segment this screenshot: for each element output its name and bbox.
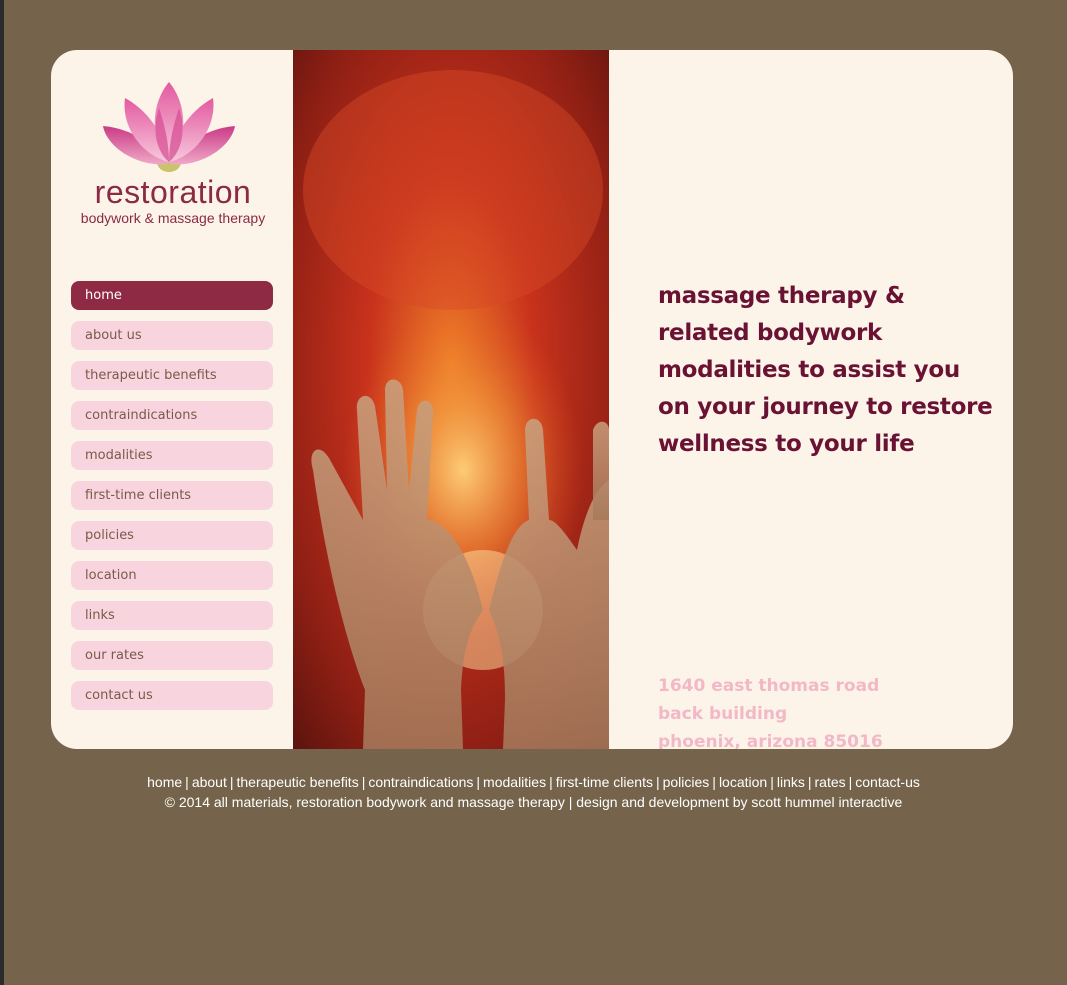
nav-item-contact-us[interactable]: contact us bbox=[71, 681, 273, 710]
main-nav: home about us therapeutic benefits contr… bbox=[71, 281, 273, 721]
tagline-line: modalities to assist you bbox=[658, 357, 960, 383]
address-line: back building bbox=[658, 704, 788, 724]
footer-separator: | bbox=[655, 774, 660, 790]
footer-separator: | bbox=[229, 774, 234, 790]
logo[interactable]: restoration bodywork & massage therapy bbox=[73, 78, 273, 238]
footer-link-links[interactable]: links bbox=[777, 774, 805, 790]
footer-link-contact-us[interactable]: contact-us bbox=[855, 774, 920, 790]
footer-separator: | bbox=[361, 774, 366, 790]
nav-item-links[interactable]: links bbox=[71, 601, 273, 630]
footer-separator: | bbox=[476, 774, 481, 790]
footer-link-modalities[interactable]: modalities bbox=[483, 774, 546, 790]
footer-link-about[interactable]: about bbox=[192, 774, 227, 790]
footer-link-rates[interactable]: rates bbox=[815, 774, 846, 790]
window-edge bbox=[0, 0, 4, 985]
footer-separator: | bbox=[848, 774, 853, 790]
tagline-line: massage therapy & bbox=[658, 283, 905, 309]
footer-separator: | bbox=[770, 774, 774, 790]
tagline-line: on your journey to restore bbox=[658, 394, 993, 420]
nav-item-therapeutic-benefits[interactable]: therapeutic benefits bbox=[71, 361, 273, 390]
footer-link-policies[interactable]: policies bbox=[663, 774, 710, 790]
content-card: restoration bodywork & massage therapy h… bbox=[51, 50, 1013, 749]
hero-tagline: massage therapy & related bodywork modal… bbox=[658, 278, 993, 463]
footer-copyright: © 2014 all materials, restoration bodywo… bbox=[164, 794, 903, 810]
nav-item-about-us[interactable]: about us bbox=[71, 321, 273, 350]
footer-separator: | bbox=[712, 774, 716, 790]
nav-item-policies[interactable]: policies bbox=[71, 521, 273, 550]
footer-link-contraindications[interactable]: contraindications bbox=[368, 774, 473, 790]
footer: home | about | therapeutic benefits | contrain… bbox=[0, 772, 1067, 812]
nav-item-our-rates[interactable]: our rates bbox=[71, 641, 273, 670]
nav-item-modalities[interactable]: modalities bbox=[71, 441, 273, 470]
address-line: phoenix, arizona 85016 bbox=[658, 732, 883, 749]
hero-hands-image bbox=[293, 50, 609, 749]
sidebar: restoration bodywork & massage therapy h… bbox=[51, 50, 293, 749]
brand-tagline: bodywork & massage therapy bbox=[80, 210, 266, 226]
nav-item-home[interactable]: home bbox=[71, 281, 273, 310]
footer-separator: | bbox=[549, 774, 553, 790]
nav-item-first-time-clients[interactable]: first-time clients bbox=[71, 481, 273, 510]
footer-link-location[interactable]: location bbox=[719, 774, 767, 790]
address-line: 1640 east thomas road bbox=[658, 676, 880, 696]
tagline-line: related bodywork bbox=[658, 320, 883, 346]
footer-separator: | bbox=[185, 774, 189, 790]
footer-nav: home | about | therapeutic benefits | contrain… bbox=[0, 772, 1067, 792]
footer-link-first-time-clients[interactable]: first-time clients bbox=[556, 774, 653, 790]
footer-link-home[interactable]: home bbox=[147, 774, 182, 790]
nav-item-location[interactable]: location bbox=[71, 561, 273, 590]
tagline-line: wellness to your life bbox=[658, 431, 915, 457]
lotus-icon bbox=[103, 82, 235, 172]
brand-name: restoration bbox=[94, 174, 252, 210]
footer-link-therapeutic-benefits[interactable]: therapeutic benefits bbox=[237, 774, 359, 790]
footer-separator: | bbox=[807, 774, 812, 790]
address-block: 1640 east thomas road back building phoe… bbox=[658, 672, 958, 749]
nav-item-contraindications[interactable]: contraindications bbox=[71, 401, 273, 430]
